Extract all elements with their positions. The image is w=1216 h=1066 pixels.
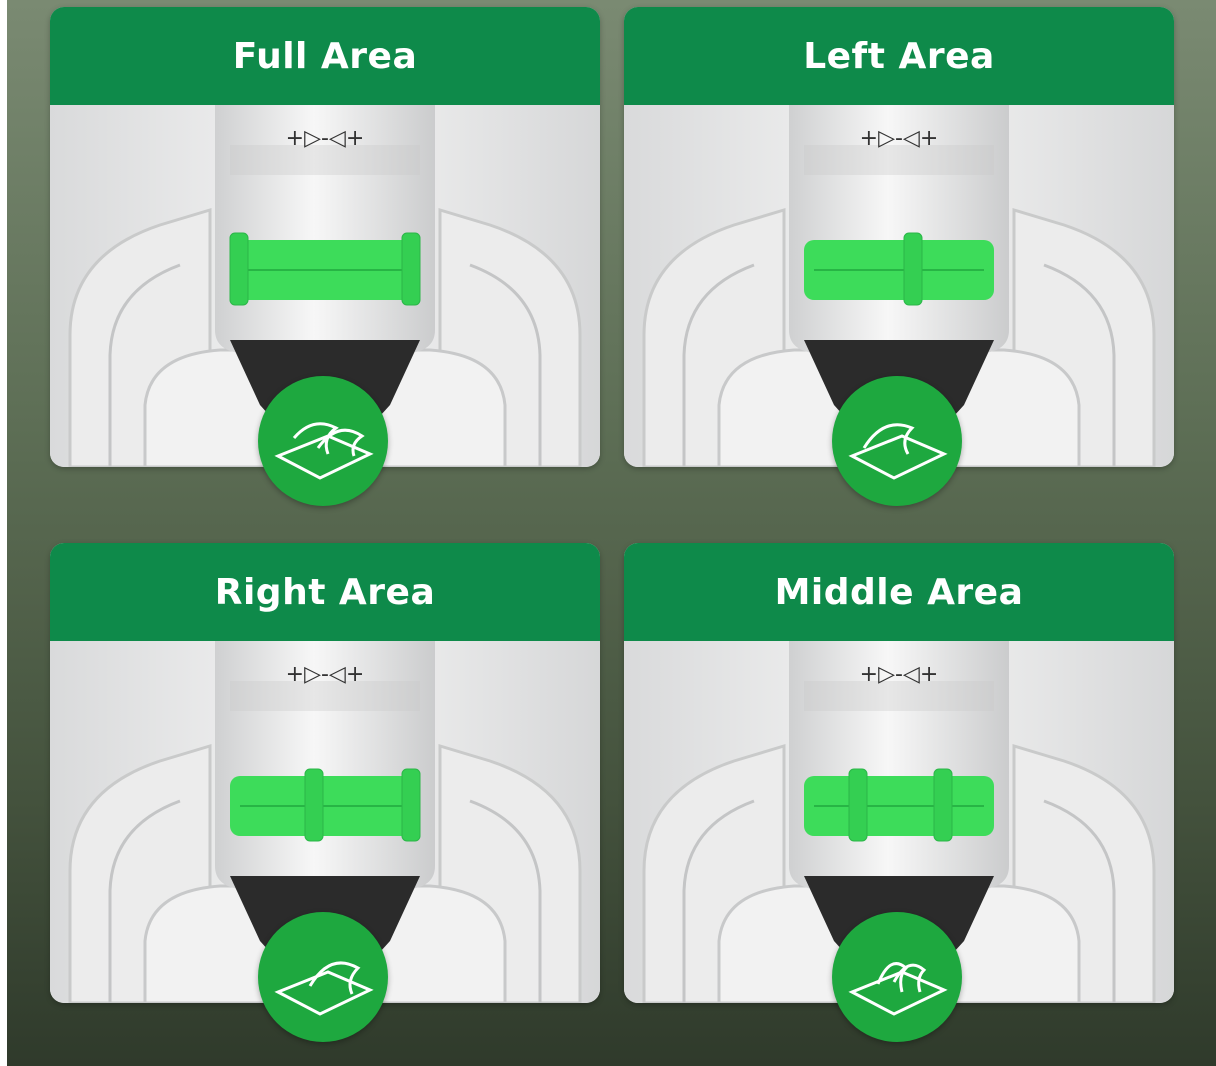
full-area-paper-icon: [258, 376, 388, 506]
left-edge-strip: [0, 0, 7, 1066]
knob-clip: [229, 232, 249, 306]
paper-curl: [308, 961, 361, 995]
adjust-symbol: +▷-◁+: [860, 126, 939, 151]
card-header: Right Area: [50, 543, 600, 641]
knob-clip: [304, 768, 324, 842]
card-title: Middle Area: [774, 571, 1024, 613]
middle-area-paper-icon: [832, 912, 962, 1042]
card-title: Left Area: [803, 35, 995, 77]
paper-sheet: [848, 434, 948, 480]
paper-sheet: [848, 970, 948, 1016]
left-area-paper-icon: [832, 376, 962, 506]
paper-curl: [876, 962, 909, 993]
knob-clip: [903, 232, 923, 306]
paper-curl: [292, 422, 339, 455]
card-header: Full Area: [50, 7, 600, 105]
paper-sheet: [274, 970, 374, 1016]
adjust-symbol: +▷-◁+: [286, 126, 365, 151]
card-title: Right Area: [214, 571, 436, 613]
paper-curl: [316, 428, 365, 457]
knob-clip: [848, 768, 868, 842]
knob-clip: [401, 232, 421, 306]
adjust-symbol: +▷-◁+: [860, 662, 939, 687]
card-header: Middle Area: [624, 543, 1174, 641]
card-title: Full Area: [232, 35, 418, 77]
knob-clip: [401, 768, 421, 842]
knob-clip: [933, 768, 953, 842]
paper-curl: [892, 963, 927, 993]
right-area-paper-icon: [258, 912, 388, 1042]
card-header: Left Area: [624, 7, 1174, 105]
adjust-symbol: +▷-◁+: [286, 662, 365, 687]
